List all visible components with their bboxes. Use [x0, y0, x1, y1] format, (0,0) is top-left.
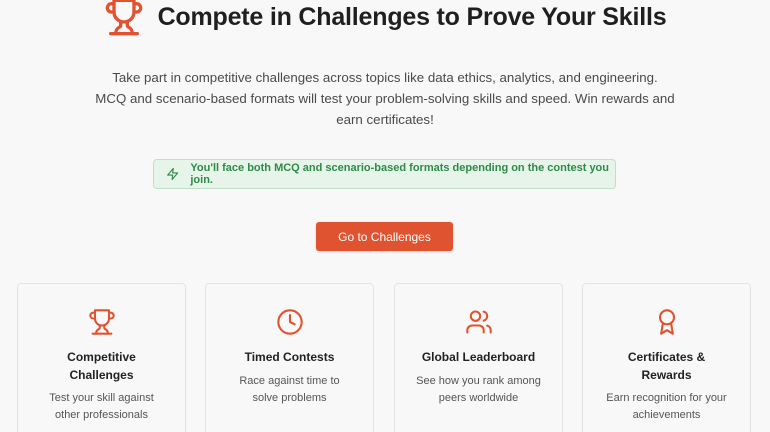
hero-description: Take part in competitive challenges acro…: [95, 70, 675, 127]
trophy-icon: [88, 309, 115, 335]
lightning-icon: [167, 167, 179, 181]
feature-title: Global Leaderboard: [421, 350, 536, 364]
feature-description: Race against time to solve problems: [239, 375, 340, 404]
feature-card-certificates-rewards: Certificates & Rewards Earn recognition …: [582, 283, 751, 432]
go-to-challenges-button[interactable]: Go to Challenges: [316, 222, 453, 251]
feature-title: Competitive Challenges: [67, 350, 136, 382]
feature-title: Timed Contests: [244, 350, 335, 364]
feature-card-competitive-challenges: Competitive Challenges Test your skill a…: [17, 283, 186, 432]
clock-icon: [276, 309, 303, 335]
feature-description: Earn recognition for your achievements: [606, 392, 727, 421]
notice-text: You'll face both MCQ and scenario-based …: [190, 162, 609, 186]
format-notice: You'll face both MCQ and scenario-based …: [153, 159, 616, 189]
trophy-icon: [105, 0, 142, 36]
feature-description: Test your skill against other profession…: [49, 392, 154, 421]
page-title: Compete in Challenges to Prove Your Skil…: [157, 2, 667, 31]
hero-header: Compete in Challenges to Prove Your Skil…: [0, 0, 770, 38]
feature-description: See how you rank among peers worldwide: [416, 375, 541, 404]
feature-title: Certificates & Rewards: [627, 350, 706, 382]
award-icon: [658, 309, 675, 335]
feature-card-global-leaderboard: Global Leaderboard See how you rank amon…: [394, 283, 563, 432]
users-icon: [465, 310, 492, 334]
feature-card-timed-contests: Timed Contests Race against time to solv…: [205, 283, 374, 432]
